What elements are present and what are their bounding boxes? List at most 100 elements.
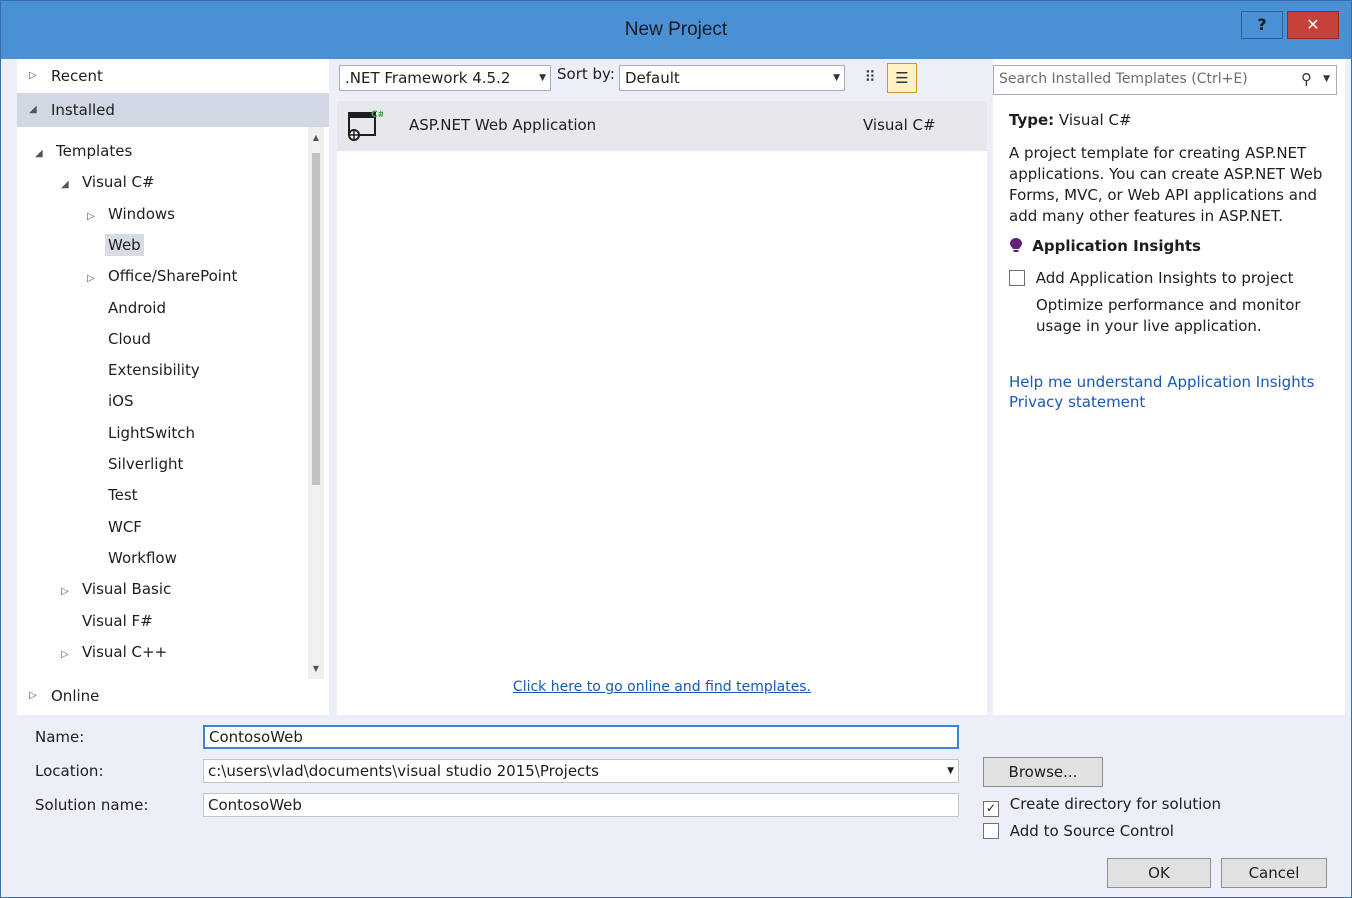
cancel-button[interactable]: Cancel [1221,858,1327,888]
tree-item-label: Cloud [108,329,151,348]
tree-item[interactable]: Test [87,481,141,509]
search-icon[interactable]: ⚲ [1301,70,1312,88]
template-item[interactable]: C# ASP.NET Web Application Visual C# [337,101,987,151]
create-directory-option[interactable]: ✓ Create directory for solution [983,795,1221,817]
tree-item-label: Android [108,298,166,317]
scroll-thumb[interactable] [312,153,320,485]
title-bar: New Project ? ✕ [1,1,1351,59]
collapse-icon[interactable]: ◢ [61,171,79,199]
expand-icon: ▷ [29,690,37,701]
application-insights-checkbox[interactable] [1009,270,1025,286]
scroll-up-icon[interactable]: ▲ [308,133,324,142]
tree-item[interactable]: Web [87,231,144,259]
tree-item[interactable]: LightSwitch [87,419,198,447]
help-application-insights-link[interactable]: Help me understand Application Insights [1009,373,1314,391]
new-project-dialog: New Project ? ✕ ▷ Recent ◢ Installed ◢ Te… [0,0,1352,898]
create-directory-checkbox[interactable]: ✓ [983,801,999,817]
tree-item[interactable]: iOS [87,387,137,415]
nav-online-label: Online [51,687,100,705]
tree-item-label: Visual C# [82,173,155,192]
search-placeholder: Search Installed Templates (Ctrl+E) [999,71,1248,87]
small-icons-view-icon[interactable]: ⠿ [857,63,883,91]
tree-item[interactable]: ▷ Windows [87,200,178,228]
type-label: Type: [1009,111,1055,129]
application-insights-heading: Application Insights [1009,237,1201,255]
source-control-label: Add to Source Control [1009,822,1174,840]
list-view-icon[interactable]: ☰ [887,63,917,93]
sort-by-label: Sort by: [557,65,615,83]
help-button[interactable]: ? [1241,11,1283,39]
nav-installed[interactable]: ◢ Installed [17,93,329,127]
tree-item[interactable]: ▷ Visual Basic [61,575,174,603]
project-name-input[interactable]: ContosoWeb [203,725,959,749]
lightbulb-icon [1010,238,1022,252]
browse-button[interactable]: Browse... [983,757,1103,787]
tree-item-label: Visual F# [82,611,153,630]
tree-item[interactable]: Workflow [87,544,180,572]
close-button[interactable]: ✕ [1287,11,1339,39]
tree-item-label: Visual C++ [82,642,168,661]
tree-item-label: Windows [108,204,175,223]
location-combo[interactable]: c:\users\vlad\documents\visual studio 20… [203,759,959,783]
nav-recent[interactable]: ▷ Recent [17,59,329,93]
tree-scrollbar[interactable]: ▲ ▼ [308,127,324,679]
tree-item[interactable]: WCF [87,513,145,541]
tree-item[interactable]: Silverlight [87,450,186,478]
ok-button[interactable]: OK [1107,858,1211,888]
tree-item[interactable]: Android [87,294,169,322]
template-description: A project template for creating ASP.NET … [1009,144,1323,225]
tree-item-label: Visual Basic [82,580,172,599]
tree-item-label: WCF [108,517,142,536]
expand-icon[interactable]: ▷ [87,203,105,231]
name-label: Name: [35,728,85,746]
template-categories-panel: ▷ Recent ◢ Installed ◢ Templates ◢ Visual C… [17,59,329,715]
tree-item-label: Workflow [108,548,177,567]
search-templates-input[interactable]: Search Installed Templates (Ctrl+E) ⚲ ▼ [993,65,1337,95]
dropdown-arrow-icon[interactable]: ▼ [947,760,954,782]
expand-icon: ▷ [29,70,37,81]
tree-item-label: Test [108,486,138,505]
tree-item[interactable]: Visual F# [61,607,156,635]
solution-name-value: ContosoWeb [208,796,302,814]
svg-text:C#: C# [371,110,383,120]
source-control-checkbox[interactable] [983,823,999,839]
framework-value: .NET Framework 4.5.2 [345,69,511,87]
templates-toolbar: .NET Framework 4.5.2 ▼ Sort by: Default … [337,59,987,99]
collapse-icon[interactable]: ◢ [35,140,53,168]
nav-recent-label: Recent [51,67,103,85]
framework-select[interactable]: .NET Framework 4.5.2 ▼ [339,65,551,91]
dialog-title: New Project [624,19,728,40]
tree-item[interactable]: ◢ Visual C# [61,168,158,196]
solution-name-input[interactable]: ContosoWeb [203,793,959,817]
tree-item[interactable]: ▷ Office/SharePoint [87,262,240,290]
template-type: Type: Visual C# [1009,111,1132,129]
application-insights-description: Optimize performance and monitor usage i… [1036,296,1301,335]
tree-item-label: Office/SharePoint [108,267,238,286]
application-insights-option[interactable]: Add Application Insights to project [1009,269,1293,287]
nav-online[interactable]: ▷ Online [17,679,329,713]
find-online-templates-link[interactable]: Click here to go online and find templat… [337,679,987,695]
dropdown-arrow-icon[interactable]: ▼ [1323,74,1330,84]
scroll-down-icon[interactable]: ▼ [308,664,324,673]
tree-item-label: Extensibility [108,361,200,380]
project-settings-form: Name: ContosoWeb Location: c:\users\vlad… [17,717,1345,897]
project-name-value: ContosoWeb [209,728,303,746]
tree-item-label: Templates [56,142,133,160]
source-control-option[interactable]: Add to Source Control [983,822,1174,840]
expand-icon[interactable]: ▷ [87,265,105,293]
tree-item[interactable]: Cloud [87,325,154,353]
privacy-statement-link[interactable]: Privacy statement [1009,393,1145,411]
template-language: Visual C# [863,116,936,134]
application-insights-checkbox-label: Add Application Insights to project [1035,269,1294,287]
expand-icon[interactable]: ▷ [61,641,79,669]
solution-name-label: Solution name: [35,796,149,814]
collapse-icon: ◢ [29,104,37,115]
type-value: Visual C# [1058,111,1132,129]
expand-icon[interactable]: ▷ [61,578,79,606]
tree-item[interactable]: Extensibility [87,356,203,384]
tree-item-label: Web [105,233,144,256]
dropdown-arrow-icon: ▼ [539,73,546,83]
tree-item[interactable]: ▷ Visual C++ [61,638,170,666]
sort-select[interactable]: Default ▼ [619,65,845,91]
tree-item[interactable]: ◢ Templates [35,137,135,165]
